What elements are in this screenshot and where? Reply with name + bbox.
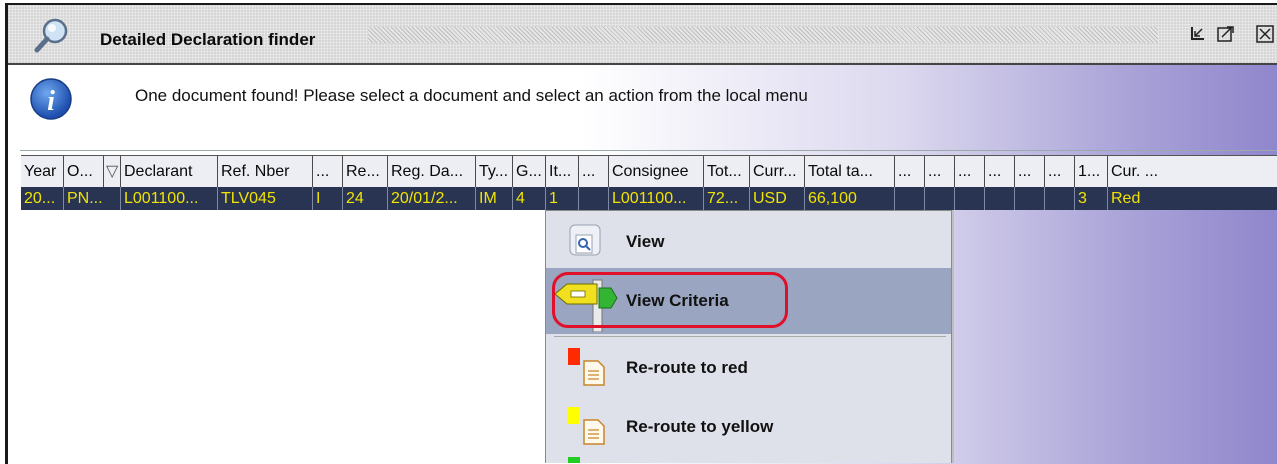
- table-cell: 3: [1075, 187, 1108, 210]
- column-header-currency[interactable]: Curr...: [750, 156, 805, 188]
- table-cell: [925, 187, 955, 210]
- table-cell: [579, 187, 609, 210]
- menu-item-label: View: [626, 232, 665, 251]
- column-header-col22[interactable]: 1...: [1075, 156, 1108, 188]
- table-cell: [985, 187, 1015, 210]
- document-icon: [583, 360, 605, 386]
- table-cell: L001100...: [121, 187, 218, 210]
- column-header-col5[interactable]: ...: [313, 156, 343, 188]
- menu-item-label: Re-route to yellow: [626, 417, 774, 436]
- column-header-reg-date[interactable]: Reg. Da...: [388, 156, 476, 188]
- column-header-total[interactable]: Tot...: [704, 156, 750, 188]
- table-cell: [1045, 187, 1075, 210]
- column-header-col17[interactable]: ...: [925, 156, 955, 188]
- column-header-col16[interactable]: ...: [895, 156, 925, 188]
- column-header-col18[interactable]: ...: [955, 156, 985, 188]
- column-header-total-taxes[interactable]: Total ta...: [805, 156, 895, 188]
- column-header-consignee[interactable]: Consignee: [609, 156, 704, 188]
- column-header-declarant[interactable]: Declarant: [121, 156, 218, 188]
- column-header-g[interactable]: G...: [513, 156, 546, 188]
- green-color-swatch: [568, 457, 580, 463]
- menu-separator: [554, 336, 946, 337]
- table-cell: [895, 187, 925, 210]
- table-cell: 66,100: [805, 187, 895, 210]
- table-cell: 72...: [704, 187, 750, 210]
- table-cell: IM: [476, 187, 513, 210]
- title-bar-texture: [368, 27, 1158, 43]
- column-header-year[interactable]: Year: [21, 156, 64, 188]
- table-cell: [955, 187, 985, 210]
- menu-item-reroute-yellow[interactable]: Re-route to yellow: [546, 400, 951, 452]
- info-icon: i: [30, 78, 72, 120]
- column-header-office[interactable]: O...: [64, 156, 104, 188]
- menu-item-view[interactable]: View: [546, 215, 951, 267]
- column-header-col21[interactable]: ...: [1045, 156, 1075, 188]
- document-icon: [583, 419, 605, 445]
- column-header-ref-nber[interactable]: Ref. Nber: [218, 156, 313, 188]
- column-header-col20[interactable]: ...: [1015, 156, 1045, 188]
- menu-item-reroute-red[interactable]: Re-route to red: [546, 341, 951, 393]
- magnifier-icon: [34, 18, 68, 53]
- column-header-items[interactable]: It...: [546, 156, 579, 188]
- view-document-icon: [569, 224, 601, 256]
- table-cell: 1: [546, 187, 579, 210]
- table-cell: 20/01/2...: [388, 187, 476, 210]
- table-cell: I: [313, 187, 343, 210]
- table-cell: 24: [343, 187, 388, 210]
- table-cell: 20...: [21, 187, 64, 210]
- table-cell: L001100...: [609, 187, 704, 210]
- table-cell: USD: [750, 187, 805, 210]
- red-color-swatch: [568, 348, 580, 365]
- info-message: One document found! Please select a docu…: [135, 86, 808, 105]
- divider: [20, 150, 1277, 151]
- close-icon[interactable]: [1256, 25, 1274, 43]
- context-menu: View View Criteria Re-route to red Re-ro…: [545, 210, 952, 463]
- column-header-cur-color[interactable]: Cur. ...: [1108, 156, 1277, 188]
- column-header-type[interactable]: Ty...: [476, 156, 513, 188]
- yellow-color-swatch: [568, 407, 580, 424]
- table-row[interactable]: 20... PN... L001100... TLV045 I 24 20/01…: [21, 187, 1277, 210]
- title-bar[interactable]: Detailed Declaration finder: [8, 5, 1277, 65]
- table-cell: Red: [1108, 187, 1277, 210]
- table-cell: TLV045: [218, 187, 313, 210]
- table-cell: [1015, 187, 1045, 210]
- menu-item-label: Re-route to red: [626, 358, 748, 377]
- svg-text:i: i: [47, 86, 55, 117]
- column-header-col11[interactable]: ...: [579, 156, 609, 188]
- window-title: Detailed Declaration finder: [100, 30, 316, 49]
- column-header-col19[interactable]: ...: [985, 156, 1015, 188]
- table-cell: 4: [513, 187, 546, 210]
- sort-desc-icon[interactable]: ▽: [104, 156, 121, 188]
- table-header: Year O... ▽ Declarant Ref. Nber ... Re..…: [21, 155, 1277, 189]
- column-header-reg[interactable]: Re...: [343, 156, 388, 188]
- table-cell: PN...: [64, 187, 121, 210]
- maximize-icon[interactable]: [1217, 25, 1235, 43]
- highlight-annotation: [552, 272, 788, 328]
- minimize-icon[interactable]: [1188, 25, 1206, 43]
